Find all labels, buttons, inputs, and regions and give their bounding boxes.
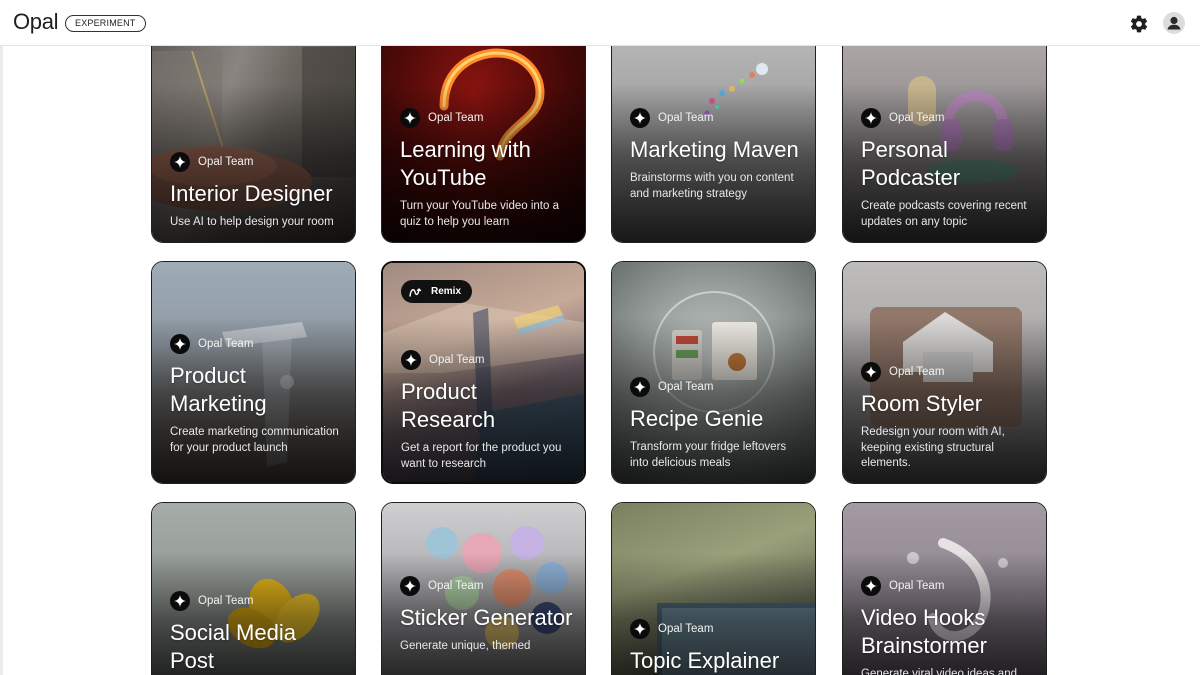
sparkle-icon: [170, 591, 190, 611]
sparkle-icon: [861, 362, 881, 382]
card-author-name: Opal Team: [198, 156, 254, 168]
card-content: Opal Team Product Marketing Create marke…: [170, 334, 343, 456]
card-sticker-generator[interactable]: Opal Team Sticker Generator Generate uni…: [381, 502, 586, 675]
card-author-name: Opal Team: [198, 338, 254, 350]
card-title: Personal Podcaster: [861, 137, 961, 190]
sparkle-icon: [400, 108, 420, 128]
card-author: Opal Team: [630, 377, 803, 397]
card-author-name: Opal Team: [658, 623, 714, 635]
card-title: Video Hooks Brainstormer: [861, 605, 987, 658]
card-title: Product Marketing: [170, 363, 267, 416]
card-author-name: Opal Team: [429, 354, 485, 366]
card-content: Opal Team Marketing Maven Brainstorms wi…: [630, 108, 803, 202]
card-title: Social Media Post: [170, 620, 296, 673]
card-title: Sticker Generator: [400, 605, 573, 630]
account-icon[interactable]: [1163, 12, 1185, 34]
card-description: Generate viral video ideas and: [861, 668, 1017, 675]
remix-button[interactable]: Remix: [401, 280, 473, 303]
page-edge: [0, 46, 3, 675]
card-content: Opal Team Personal Podcaster Create podc…: [861, 108, 1034, 230]
card-title: Product Research: [401, 379, 496, 432]
card-description: Brainstorms with you on content and mark…: [630, 172, 794, 200]
sparkle-icon: [400, 576, 420, 596]
gear-icon[interactable]: [1129, 14, 1149, 34]
card-content: Opal Team Product Research Get a report …: [401, 350, 572, 472]
card-author-name: Opal Team: [428, 580, 484, 592]
card-author: Opal Team: [401, 350, 572, 370]
card-author: Opal Team: [170, 334, 343, 354]
card-author: Opal Team: [861, 108, 1034, 128]
sparkle-icon: [861, 108, 881, 128]
card-description: Generate unique, themed: [400, 640, 531, 652]
card-description: Get a report for the product you want to…: [401, 442, 562, 470]
card-author: Opal Team: [170, 152, 343, 172]
card-content: Opal Team Video Hooks Brainstormer Gener…: [861, 576, 1034, 675]
card-title: Recipe Genie: [630, 406, 764, 431]
card-product-marketing[interactable]: Opal Team Product Marketing Create marke…: [151, 261, 356, 484]
card-author-name: Opal Team: [889, 366, 945, 378]
card-content: Opal Team Interior Designer Use AI to he…: [170, 152, 343, 231]
card-description: Create marketing communication for your …: [170, 426, 339, 454]
experiment-badge: EXPERIMENT: [65, 15, 146, 32]
card-author: Opal Team: [170, 591, 343, 611]
card-description: Create podcasts covering recent updates …: [861, 200, 1027, 228]
card-author: Opal Team: [630, 108, 803, 128]
card-author-name: Opal Team: [428, 112, 484, 124]
sparkle-icon: [401, 350, 421, 370]
card-author-name: Opal Team: [658, 112, 714, 124]
card-description: Redesign your room with AI, keeping exis…: [861, 426, 1005, 469]
sparkle-icon: [170, 334, 190, 354]
sparkle-icon: [861, 576, 881, 596]
card-product-research[interactable]: Remix Opal Team Product Research Get a r…: [381, 261, 586, 484]
card-social-media-post[interactable]: Opal Team Social Media Post: [151, 502, 356, 675]
card-title: Topic Explainer: [630, 648, 780, 673]
card-title: Interior Designer: [170, 181, 333, 206]
card-learning-with-youtube[interactable]: Opal Team Learning with YouTube Turn you…: [381, 30, 586, 243]
card-author-name: Opal Team: [658, 381, 714, 393]
sparkle-icon: [170, 152, 190, 172]
card-author: Opal Team: [861, 576, 1034, 596]
card-title: Learning with YouTube: [400, 137, 531, 190]
card-topic-explainer[interactable]: Opal Team Topic Explainer: [611, 502, 816, 675]
card-content: Opal Team Sticker Generator Generate uni…: [400, 576, 573, 655]
card-title: Room Styler: [861, 391, 983, 416]
card-description: Turn your YouTube video into a quiz to h…: [400, 200, 559, 228]
card-description: Transform your fridge leftovers into del…: [630, 441, 787, 469]
card-content: Opal Team Learning with YouTube Turn you…: [400, 108, 573, 230]
card-author: Opal Team: [400, 576, 573, 596]
card-author-name: Opal Team: [889, 580, 945, 592]
card-personal-podcaster[interactable]: Opal Team Personal Podcaster Create podc…: [842, 30, 1047, 243]
card-room-styler[interactable]: Opal Team Room Styler Redesign your room…: [842, 261, 1047, 484]
card-description: Use AI to help design your room: [170, 216, 334, 228]
remix-icon: [409, 287, 422, 297]
card-title: Marketing Maven: [630, 137, 799, 162]
card-author-name: Opal Team: [889, 112, 945, 124]
card-content: Opal Team Social Media Post: [170, 591, 343, 675]
sparkle-icon: [630, 108, 650, 128]
card-content: Opal Team Recipe Genie Transform your fr…: [630, 377, 803, 471]
card-author: Opal Team: [400, 108, 573, 128]
card-author-name: Opal Team: [198, 595, 254, 607]
sparkle-icon: [630, 619, 650, 639]
top-bar: Opal EXPERIMENT: [0, 0, 1200, 46]
app-logo[interactable]: Opal: [13, 9, 59, 35]
card-recipe-genie[interactable]: Opal Team Recipe Genie Transform your fr…: [611, 261, 816, 484]
card-video-hooks-brainstormer[interactable]: Opal Team Video Hooks Brainstormer Gener…: [842, 502, 1047, 675]
card-interior-designer[interactable]: Opal Team Interior Designer Use AI to he…: [151, 30, 356, 243]
card-author: Opal Team: [861, 362, 1034, 382]
card-content: Opal Team Topic Explainer: [630, 619, 803, 675]
card-author: Opal Team: [630, 619, 803, 639]
card-marketing-maven[interactable]: Opal Team Marketing Maven Brainstorms wi…: [611, 30, 816, 243]
sparkle-icon: [630, 377, 650, 397]
gallery-grid: Opal Team Interior Designer Use AI to he…: [0, 0, 1200, 675]
card-content: Opal Team Room Styler Redesign your room…: [861, 362, 1034, 472]
remix-label: Remix: [431, 286, 462, 297]
